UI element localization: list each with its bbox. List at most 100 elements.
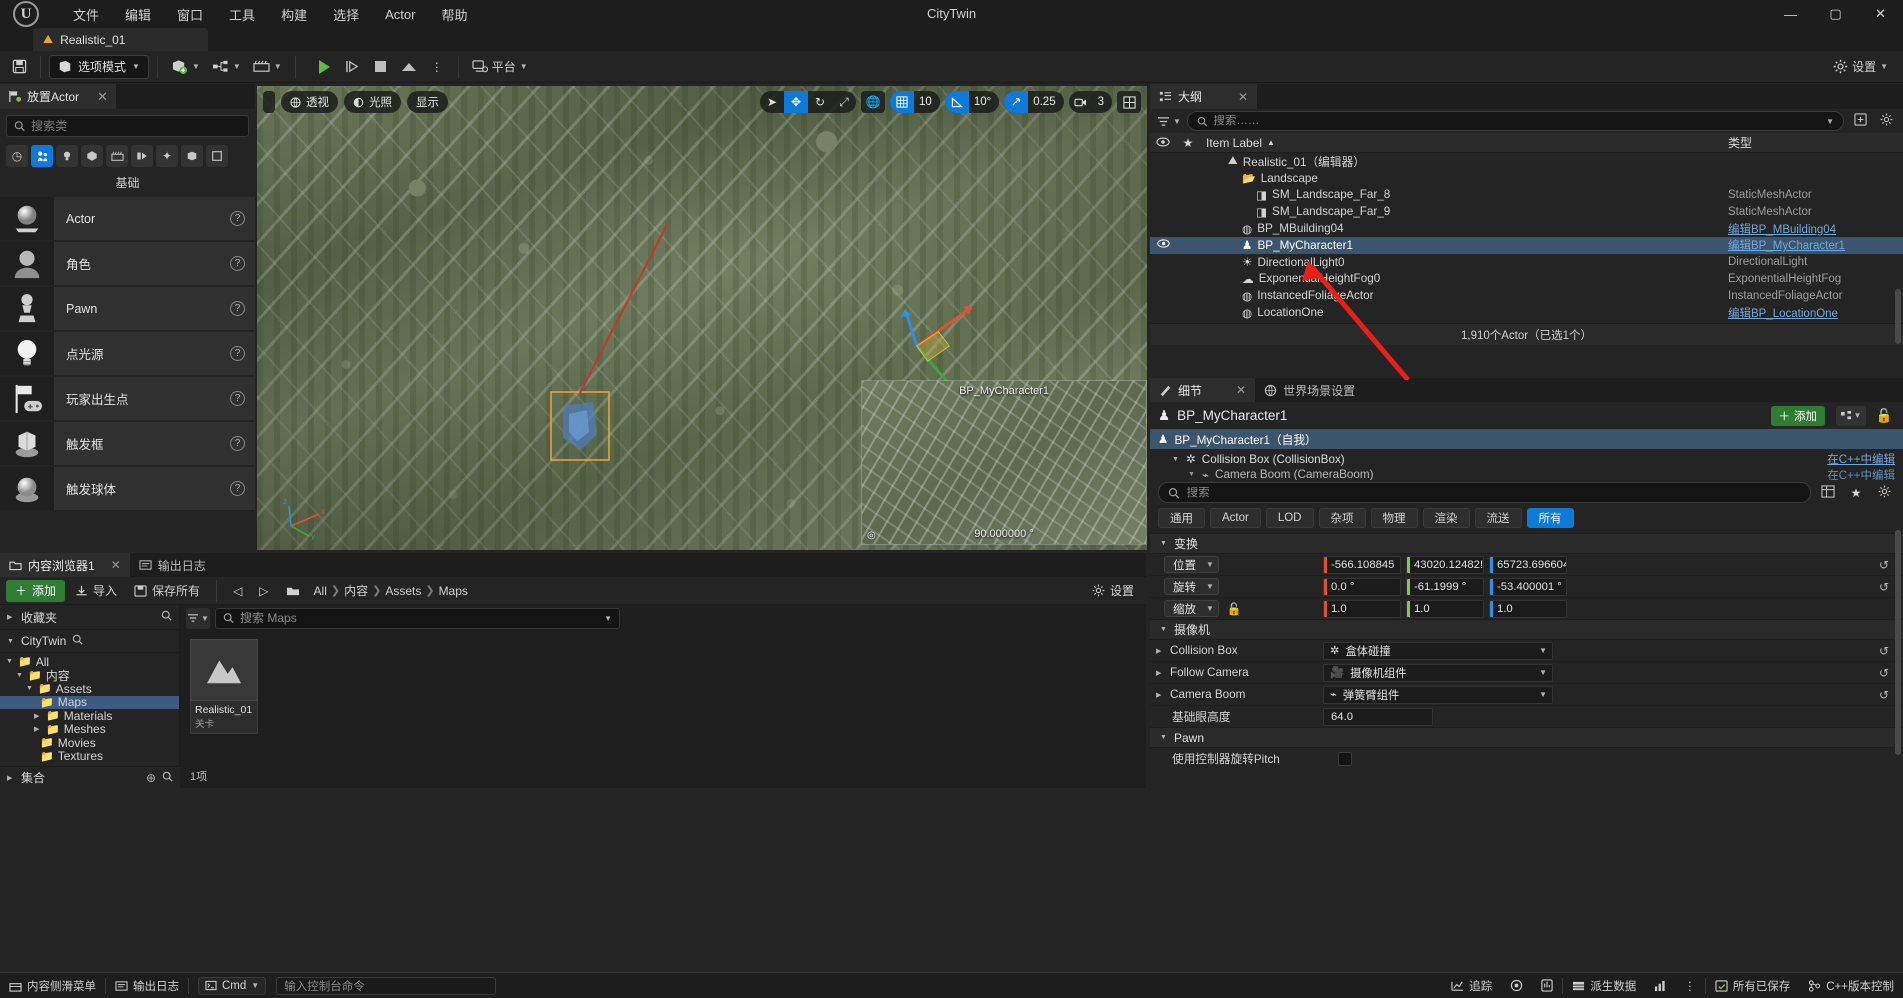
tab-outliner[interactable]: 大纲 ✕ bbox=[1150, 84, 1258, 109]
rotation-x[interactable]: 0.0 ° bbox=[1323, 577, 1401, 596]
tab-output-log[interactable]: 输出日志 bbox=[130, 553, 215, 577]
location-x[interactable]: -566.108845 bbox=[1323, 555, 1401, 574]
component-options-button[interactable]: ▼ bbox=[1836, 405, 1866, 426]
chevron-down-icon[interactable]: ▼ bbox=[6, 658, 14, 665]
item-label-column[interactable]: Item Label ▲ bbox=[1200, 136, 1728, 150]
menu-edit[interactable]: 编辑 bbox=[112, 0, 164, 29]
help-icon[interactable]: ? bbox=[230, 256, 245, 271]
filter-icon[interactable]: ▼ bbox=[1157, 116, 1181, 127]
maximize-button[interactable]: ▢ bbox=[1813, 0, 1858, 28]
rotation-y[interactable]: -61.1999 ° bbox=[1406, 577, 1484, 596]
volumes-icon[interactable]: ✦ bbox=[156, 145, 178, 167]
back-icon[interactable]: ◁ bbox=[226, 580, 249, 602]
unlocked-icon[interactable]: 🔓 bbox=[1227, 602, 1242, 616]
angle-snap-value[interactable]: 10° bbox=[969, 96, 999, 108]
place-actors-search[interactable] bbox=[6, 115, 249, 137]
chevron-down-icon[interactable]: ▼ bbox=[1160, 540, 1168, 547]
help-icon[interactable]: ? bbox=[230, 301, 245, 316]
tree-node-assets[interactable]: ▼ 📁 Assets bbox=[0, 682, 179, 696]
output-log-button[interactable]: 输出日志 bbox=[106, 973, 188, 998]
actor-item-player-start[interactable]: 玩家出生点 ? bbox=[0, 377, 255, 420]
collision-box-dropdown[interactable]: ✲ 盒体碰撞 ▼ bbox=[1323, 641, 1553, 660]
close-icon[interactable]: ✕ bbox=[1238, 90, 1248, 104]
breadcrumb-assets[interactable]: Assets bbox=[385, 584, 421, 598]
scale-x[interactable]: 1.0 bbox=[1323, 599, 1401, 618]
viewport-menu-icon[interactable] bbox=[263, 91, 275, 113]
chevron-right-icon[interactable]: ▶ bbox=[1156, 691, 1164, 699]
chevron-down-icon[interactable]: ▼ bbox=[1160, 626, 1168, 633]
import-button[interactable]: 导入 bbox=[68, 580, 124, 602]
asset-item-realistic-01[interactable]: Realistic_01 关卡 bbox=[190, 639, 258, 734]
console-command-input[interactable]: 输入控制台命令 bbox=[276, 976, 497, 995]
camera-icon[interactable] bbox=[1069, 91, 1093, 113]
reset-location-icon[interactable]: ↺ bbox=[1879, 558, 1889, 572]
table-row[interactable]: ☁ ExponentialHeightFog0 ExponentialHeigh… bbox=[1150, 271, 1903, 288]
tab-content-browser[interactable]: 内容浏览器1 ✕ bbox=[0, 553, 130, 577]
selection-mode-dropdown[interactable]: 选项模式 ▼ bbox=[49, 54, 149, 79]
chevron-down-icon[interactable]: ▼ bbox=[16, 672, 24, 679]
settings-icon[interactable] bbox=[1876, 113, 1896, 129]
rotation-z[interactable]: -53.400001 ° bbox=[1489, 577, 1567, 596]
eject-icon[interactable] bbox=[396, 55, 422, 79]
trace-button[interactable]: 追踪 bbox=[1442, 973, 1501, 998]
level-viewport[interactable]: 透视 光照 显示 ➤ ✥ ↻ ⤢ 🌐 10 10° 0.25 3 BP_MyCh… bbox=[257, 86, 1147, 550]
source-control-button[interactable]: C++版本控制 bbox=[1799, 973, 1903, 998]
tree-node-movies[interactable]: 📁 Movies bbox=[0, 736, 179, 750]
save-all-button[interactable]: 保存所有 bbox=[127, 580, 207, 602]
filter-actor[interactable]: Actor bbox=[1210, 508, 1261, 528]
visual-effects-icon[interactable] bbox=[131, 145, 153, 167]
rotation-dropdown[interactable]: 旋转 ▼ bbox=[1164, 578, 1219, 595]
camera-boom-dropdown[interactable]: ⌁ 弹簧臂组件 ▼ bbox=[1323, 685, 1553, 704]
location-z[interactable]: 65723.696604 bbox=[1489, 555, 1567, 574]
chevron-right-icon[interactable]: ▶ bbox=[7, 613, 15, 621]
tree-node-textures[interactable]: 📁 Textures bbox=[0, 750, 179, 764]
search-icon[interactable] bbox=[72, 634, 84, 648]
filter-general[interactable]: 通用 bbox=[1158, 508, 1205, 528]
minimize-button[interactable]: — bbox=[1768, 0, 1813, 28]
table-row[interactable]: ◍ InstancedFoliageActor InstancedFoliage… bbox=[1150, 287, 1903, 304]
forward-icon[interactable]: ▷ bbox=[252, 580, 275, 602]
close-icon[interactable]: ✕ bbox=[111, 558, 121, 572]
blueprints-icon[interactable]: ▼ bbox=[207, 55, 246, 79]
favorites-header[interactable]: ▶ 收藏夹 bbox=[0, 605, 179, 629]
use-controller-pitch-checkbox[interactable] bbox=[1338, 751, 1352, 766]
filter-misc[interactable]: 杂项 bbox=[1318, 508, 1366, 528]
breadcrumb-maps[interactable]: Maps bbox=[439, 584, 468, 598]
help-icon[interactable]: ? bbox=[230, 346, 245, 361]
content-drawer-button[interactable]: 内容侧滑菜单 bbox=[0, 973, 105, 998]
help-icon[interactable]: ? bbox=[230, 391, 245, 406]
help-icon[interactable]: ? bbox=[230, 481, 245, 496]
record-button[interactable] bbox=[1501, 973, 1532, 998]
close-icon[interactable]: ✕ bbox=[97, 89, 108, 105]
translate-tool-icon[interactable]: ✥ bbox=[784, 91, 809, 113]
table-row-selected[interactable]: ♟ BP_MyCharacter1 编辑BP_MyCharacter1 bbox=[1150, 236, 1903, 254]
step-icon[interactable] bbox=[340, 55, 366, 79]
filter-icon[interactable]: ▼ bbox=[186, 607, 210, 629]
lights-icon[interactable] bbox=[56, 145, 78, 167]
actor-item-character[interactable]: 角色 ? bbox=[0, 242, 255, 285]
row-type-link[interactable]: 编辑BP_MBuilding04 bbox=[1728, 221, 1903, 237]
save-outliner-icon[interactable] bbox=[1850, 113, 1870, 129]
stats-button[interactable] bbox=[1532, 973, 1562, 998]
all-classes-icon[interactable] bbox=[206, 145, 228, 167]
outliner-search-input-wrap[interactable]: ▼ bbox=[1186, 111, 1844, 131]
table-row[interactable]: ⛰ Realistic_01（编辑器） bbox=[1150, 153, 1903, 170]
chevron-down-icon[interactable]: ▼ bbox=[1160, 734, 1168, 741]
grid-snap-icon[interactable] bbox=[890, 91, 915, 113]
reset-collision-box-icon[interactable]: ↺ bbox=[1879, 644, 1889, 658]
menu-help[interactable]: 帮助 bbox=[428, 0, 480, 29]
favorites-icon[interactable]: ★ bbox=[1845, 486, 1867, 500]
scale-snap-icon[interactable] bbox=[1004, 91, 1029, 113]
tree-node-maps[interactable]: 📁 Maps bbox=[0, 695, 179, 709]
viewport-lighting-dropdown[interactable]: 光照 bbox=[344, 91, 401, 113]
component-row-camera-boom[interactable]: ▼ ⌁ Camera Boom (CameraBoom) 在C++中编辑 bbox=[1150, 469, 1903, 480]
chevron-down-icon[interactable]: ▼ bbox=[1172, 456, 1180, 463]
tree-node-meshes[interactable]: ▶ 📁 Meshes bbox=[0, 722, 179, 736]
table-row[interactable]: ◨ Plane StaticMeshActor bbox=[1150, 321, 1903, 324]
type-column[interactable]: 类型 bbox=[1728, 134, 1903, 151]
platform-dropdown[interactable]: 平台 ▼ bbox=[467, 55, 533, 79]
more-options-icon[interactable]: ⋮ bbox=[424, 55, 450, 79]
column-view-icon[interactable] bbox=[1817, 484, 1839, 501]
add-collection-icon[interactable]: ⊕ bbox=[146, 771, 156, 785]
basic-icon[interactable] bbox=[31, 145, 53, 167]
